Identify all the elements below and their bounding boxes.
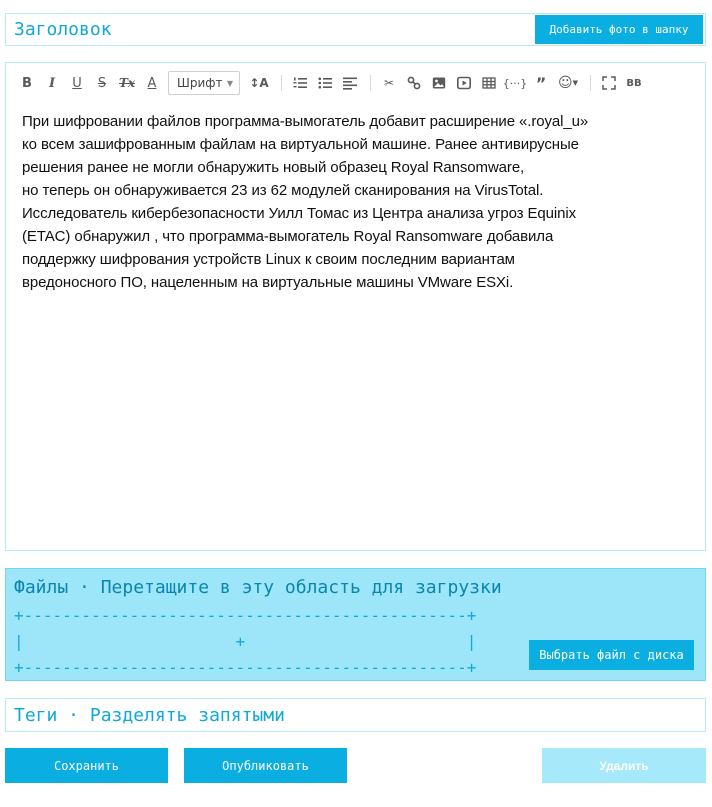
editor-toolbar: B I U S Tx A Шрифт ▼ ↕A ✂ {···} ” ☺ ▼ BB: [6, 63, 705, 103]
toolbar-divider: [590, 75, 591, 91]
clear-format-button[interactable]: Tx: [118, 73, 136, 93]
dropzone-ascii-bottom: +---------------------------------------…: [14, 658, 477, 677]
italic-button[interactable]: I: [43, 73, 61, 93]
video-icon[interactable]: [455, 73, 473, 93]
bold-button[interactable]: B: [18, 73, 36, 93]
underline-button[interactable]: U: [68, 73, 86, 93]
editor-text-line: решения ранее не могли обнаружить новый …: [22, 159, 525, 176]
file-dropzone[interactable]: Файлы · Перетащите в эту область для заг…: [5, 568, 706, 681]
toolbar-divider: [281, 75, 282, 91]
title-input[interactable]: [6, 14, 526, 45]
editor-text-line: Исследователь кибербезопасности Уилл Том…: [22, 205, 577, 222]
add-header-photo-button[interactable]: Добавить фото в шапку: [535, 15, 703, 44]
editor-content[interactable]: При шифровании файлов программа-вымогате…: [22, 110, 602, 294]
font-color-button[interactable]: A: [143, 73, 161, 93]
save-button[interactable]: Сохранить: [5, 748, 168, 783]
code-icon[interactable]: {···}: [503, 73, 528, 93]
font-select-value: Шрифт: [177, 76, 223, 90]
editor-text-line: ко всем зашифрованным файлам на виртуаль…: [22, 136, 579, 153]
strikethrough-button[interactable]: S: [93, 73, 111, 93]
dropzone-ascii-box: +---------------------------------------…: [14, 603, 476, 681]
delete-button[interactable]: Удалить: [542, 748, 706, 783]
fullscreen-icon[interactable]: [600, 73, 618, 93]
cut-icon[interactable]: ✂: [380, 73, 398, 93]
publish-button[interactable]: Опубликовать: [184, 748, 347, 783]
tags-input[interactable]: [6, 699, 705, 731]
table-icon[interactable]: [480, 73, 498, 93]
editor-text-line: (ETAC) обнаружил , что программа-вымогат…: [22, 228, 554, 245]
align-left-icon[interactable]: [341, 73, 359, 93]
ordered-list-icon[interactable]: [291, 73, 309, 93]
bbcode-label: BB: [626, 77, 642, 89]
editor-text-line: вредоносного ПО, нацеленным на виртуальн…: [22, 274, 514, 291]
tags-field-wrapper: [5, 698, 706, 732]
emoji-icon[interactable]: ☺ ▼: [557, 73, 579, 93]
bbcode-icon[interactable]: BB: [625, 73, 643, 93]
link-icon[interactable]: [405, 73, 423, 93]
font-family-select[interactable]: Шрифт ▼: [168, 71, 240, 95]
bullet-list-icon[interactable]: [316, 73, 334, 93]
editor-text-line: но теперь он обнаруживается 23 из 62 мод…: [22, 182, 544, 199]
title-field-wrapper: Добавить фото в шапку: [5, 13, 706, 46]
dropzone-ascii-top: +---------------------------------------…: [14, 606, 477, 625]
dropzone-ascii-middle: | + |: [14, 632, 477, 651]
rich-text-editor: B I U S Tx A Шрифт ▼ ↕A ✂ {···} ” ☺ ▼ BB…: [5, 62, 706, 551]
choose-file-button[interactable]: Выбрать файл с диска: [529, 640, 694, 670]
dropzone-title: Файлы · Перетащите в эту область для заг…: [14, 577, 502, 598]
quote-icon[interactable]: ”: [532, 73, 550, 93]
font-size-button[interactable]: ↕A: [248, 73, 270, 93]
toolbar-divider: [370, 75, 371, 91]
editor-text-line: При шифровании файлов программа-вымогате…: [22, 113, 589, 130]
editor-text-line: поддержку шифрования устройств Linux к с…: [22, 251, 515, 268]
chevron-down-icon: ▼: [226, 78, 233, 88]
image-icon[interactable]: [430, 73, 448, 93]
